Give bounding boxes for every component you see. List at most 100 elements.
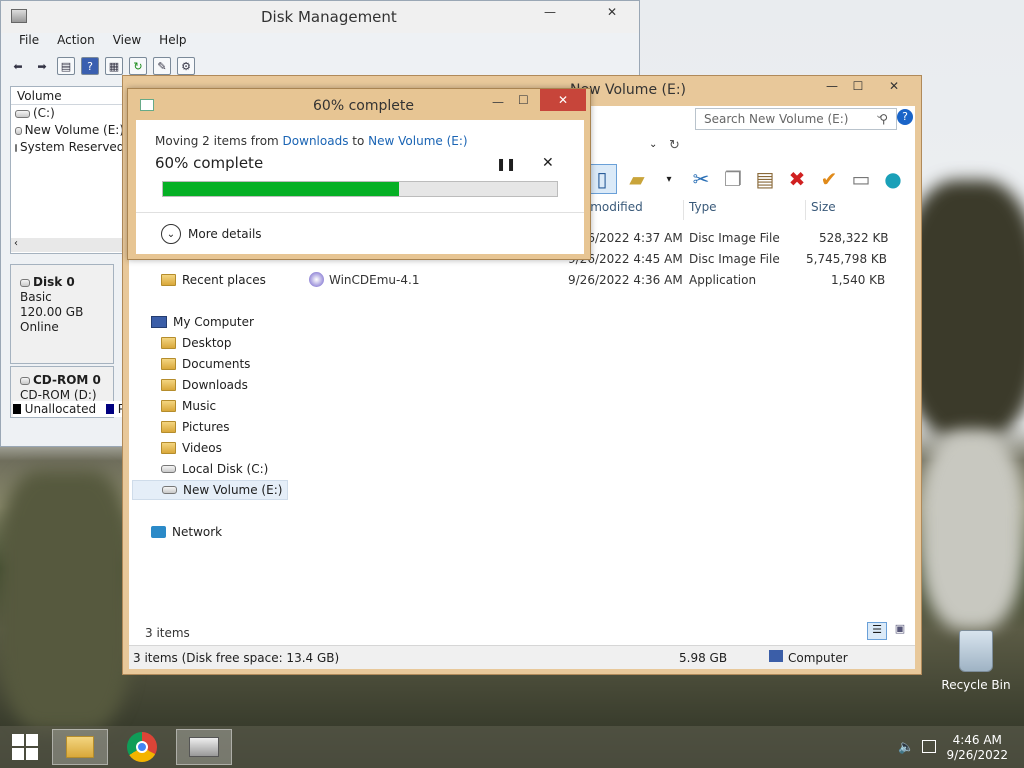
- network-icon: [151, 526, 166, 538]
- windows-logo-icon: [12, 734, 38, 760]
- nav-local-disk-c[interactable]: Local Disk (C:): [161, 459, 268, 479]
- status-size: 5.98 GB: [679, 651, 728, 665]
- menu-file[interactable]: File: [19, 33, 39, 53]
- folder-icon: [161, 379, 176, 391]
- recycle-bin[interactable]: Recycle Bin: [940, 630, 1012, 692]
- column-date-modified[interactable]: e modified: [579, 200, 683, 220]
- minimize-icon[interactable]: —: [527, 1, 573, 23]
- moving-description: Moving 2 items from Downloads to New Vol…: [155, 134, 468, 148]
- help-icon[interactable]: ?: [81, 57, 99, 75]
- nav-pictures[interactable]: Pictures: [161, 417, 230, 437]
- volume-muted-icon[interactable]: 🔈: [898, 740, 914, 755]
- close-icon[interactable]: ✕: [590, 1, 634, 23]
- delete-icon[interactable]: ✖: [785, 167, 809, 191]
- copy-icon: [140, 99, 154, 111]
- chrome-icon: [127, 732, 157, 762]
- paste-icon[interactable]: ▤: [753, 167, 777, 191]
- large-icons-view-icon[interactable]: ▣: [891, 622, 909, 640]
- disk0-label[interactable]: Disk 0 Basic 120.00 GB Online: [10, 264, 114, 364]
- volume-row[interactable]: (C:): [11, 105, 124, 122]
- start-button[interactable]: [0, 729, 50, 765]
- recent-places-icon: [161, 274, 176, 286]
- maximize-icon[interactable]: ☐: [518, 93, 529, 107]
- column-headers: e modified Type Size: [579, 200, 881, 220]
- layout-pane-icon[interactable]: ▯: [587, 164, 617, 194]
- forward-icon[interactable]: ➡: [33, 57, 51, 75]
- item-count: 3 items: [145, 626, 190, 640]
- divider: [136, 212, 584, 213]
- volume-list: Volume (C:) New Volume (E:) System Reser…: [10, 86, 125, 254]
- settings-icon[interactable]: ⚙: [177, 57, 195, 75]
- rescan-icon[interactable]: ✎: [153, 57, 171, 75]
- drive-icon: [15, 126, 22, 135]
- taskbar-disk-management[interactable]: [176, 729, 232, 765]
- cancel-icon[interactable]: ✕: [542, 155, 554, 171]
- more-details-button[interactable]: ⌄ More details: [161, 222, 262, 246]
- chevron-down-icon: ⌄: [161, 224, 181, 244]
- cut-icon[interactable]: ✂: [689, 167, 713, 191]
- menu-action[interactable]: Action: [57, 33, 95, 53]
- drive-icon: [15, 143, 17, 152]
- horizontal-scrollbar[interactable]: ‹: [11, 238, 124, 252]
- copy-progress-dialog: 60% complete — ☐ ✕ Moving 2 items from D…: [127, 88, 591, 260]
- copy-icon[interactable]: ❐: [721, 167, 745, 191]
- progress-text: 60% complete: [155, 154, 264, 172]
- drive-icon: [162, 486, 177, 494]
- rename-icon[interactable]: ▭: [849, 167, 873, 191]
- close-icon[interactable]: ✕: [540, 89, 586, 111]
- nav-network[interactable]: Network: [151, 522, 222, 542]
- nav-music[interactable]: Music: [161, 396, 216, 416]
- nav-my-computer[interactable]: My Computer: [151, 312, 254, 332]
- nav-new-volume-e[interactable]: New Volume (E:): [132, 480, 288, 500]
- pause-icon[interactable]: ❚❚: [496, 157, 516, 171]
- source-link[interactable]: Downloads: [283, 134, 349, 148]
- recycle-bin-icon: [959, 630, 993, 672]
- globe-icon[interactable]: ●: [881, 167, 905, 191]
- status-summary: 3 items (Disk free space: 13.4 GB): [133, 651, 340, 665]
- volume-column-header[interactable]: Volume: [11, 87, 124, 105]
- details-view-icon[interactable]: ☰: [867, 622, 887, 640]
- address-dropdown-icon[interactable]: ⌄: [649, 139, 657, 150]
- volume-row[interactable]: New Volume (E:): [11, 122, 124, 139]
- minimize-icon[interactable]: —: [492, 95, 504, 109]
- taskbar-chrome[interactable]: [114, 729, 170, 765]
- console-tree-icon[interactable]: ▤: [57, 57, 75, 75]
- refresh-icon[interactable]: ↻: [669, 138, 680, 153]
- scroll-left-icon[interactable]: ‹: [14, 238, 18, 249]
- properties-icon[interactable]: ▦: [105, 57, 123, 75]
- check-icon[interactable]: ✔: [817, 167, 841, 191]
- network-status-icon[interactable]: [922, 740, 936, 753]
- folder-icon: [161, 442, 176, 454]
- folder-icon: [161, 421, 176, 433]
- column-type[interactable]: Type: [689, 200, 805, 220]
- progress-bar: [162, 181, 558, 197]
- nav-downloads[interactable]: Downloads: [161, 375, 248, 395]
- clock[interactable]: 4:46 AM 9/26/2022: [946, 733, 1008, 763]
- computer-icon: [151, 316, 167, 328]
- taskbar-file-explorer[interactable]: [52, 729, 108, 765]
- menu-view[interactable]: View: [113, 33, 141, 53]
- status-location: Computer: [788, 651, 848, 665]
- refresh-icon[interactable]: ↻: [129, 57, 147, 75]
- nav-recent-places[interactable]: Recent places: [161, 270, 266, 290]
- menu-help[interactable]: Help: [159, 33, 186, 53]
- dropdown-icon[interactable]: ▾: [657, 167, 681, 191]
- search-input[interactable]: Search New Volume (E:) ⚲: [695, 108, 897, 130]
- dm-titlebar[interactable]: Disk Management — ✕: [1, 1, 639, 33]
- destination-link[interactable]: New Volume (E:): [368, 134, 467, 148]
- disk-mgmt-icon: [11, 9, 27, 23]
- close-icon[interactable]: ✕: [871, 76, 917, 96]
- volume-row[interactable]: System Reserved: [11, 139, 124, 156]
- help-icon[interactable]: ?: [897, 109, 913, 125]
- back-icon[interactable]: ⬅: [9, 57, 27, 75]
- folder-options-icon[interactable]: ▰: [625, 167, 649, 191]
- dialog-title: 60% complete: [313, 98, 414, 114]
- nav-desktop[interactable]: Desktop: [161, 333, 232, 353]
- search-icon: ⚲: [879, 112, 888, 126]
- folder-icon: [161, 358, 176, 370]
- nav-documents[interactable]: Documents: [161, 354, 250, 374]
- file-row[interactable]: WinCDEmu-4.1 9/26/2022 4:36 AM Applicati…: [309, 272, 909, 293]
- column-size[interactable]: Size: [811, 200, 881, 220]
- taskbar: 🔈 4:46 AM 9/26/2022: [0, 726, 1024, 768]
- nav-videos[interactable]: Videos: [161, 438, 222, 458]
